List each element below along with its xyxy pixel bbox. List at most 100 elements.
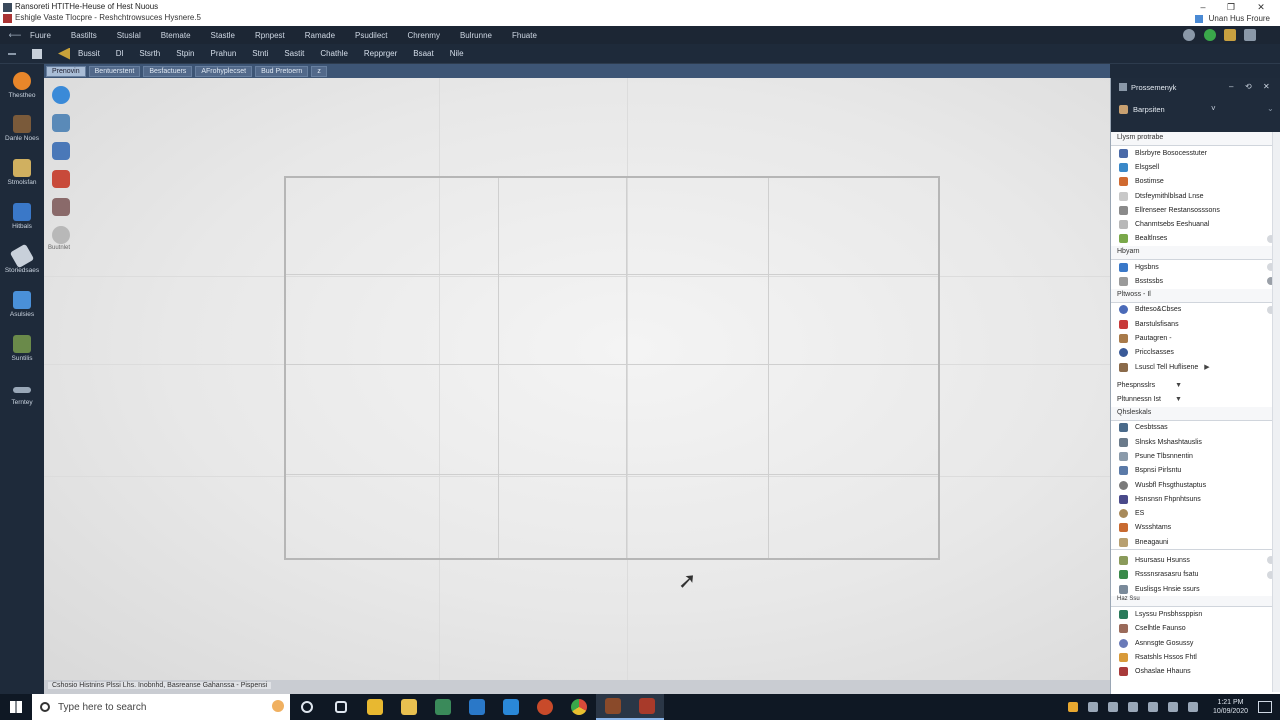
dropdown-item[interactable]: Phespnsslrs ▼	[1111, 378, 1280, 392]
menu-item[interactable]: Psudilect	[355, 31, 387, 40]
list-item[interactable]: Blsrbyre Bosocesstuter	[1111, 146, 1280, 160]
menu-item[interactable]: Btemate	[161, 31, 191, 40]
list-item[interactable]: Wssshtams	[1111, 521, 1280, 535]
tray-app-icon[interactable]	[1067, 702, 1078, 712]
tab[interactable]: Prenovin	[46, 65, 86, 77]
toolbar-item[interactable]: Bussit	[78, 49, 100, 58]
tab[interactable]: z	[311, 65, 327, 77]
list-item[interactable]: Slnsks Mshashtauslis	[1111, 435, 1280, 449]
keyboard-icon[interactable]	[1187, 702, 1198, 712]
menu-item[interactable]: Fuure	[30, 31, 51, 40]
toolbar-item[interactable]: Dl	[116, 49, 124, 58]
people-icon[interactable]	[1087, 702, 1098, 712]
back-arrow-icon[interactable]	[58, 47, 70, 60]
maximize-button[interactable]: ❐	[1220, 2, 1242, 12]
toolbar-item[interactable]: Nile	[450, 49, 464, 58]
menu-item[interactable]: Chrenmy	[408, 31, 440, 40]
taskbar-app[interactable]	[494, 694, 528, 720]
list-item[interactable]: Rsatshls Hssos Fhtl	[1111, 650, 1280, 664]
network-icon[interactable]	[1127, 702, 1138, 712]
list-item[interactable]: Bneagauni	[1111, 535, 1280, 549]
dock-item[interactable]: Terntey	[0, 379, 44, 406]
list-item[interactable]: Elsgsell	[1111, 160, 1280, 174]
panel-close-button[interactable]: ✕	[1263, 82, 1270, 91]
list-item[interactable]: Cesbtssas	[1111, 421, 1280, 435]
list-item[interactable]: Bspnsi Pirlsntu	[1111, 464, 1280, 478]
canvas-frame[interactable]	[284, 176, 940, 560]
menu-item[interactable]: Bastilts	[71, 31, 97, 40]
list-item[interactable]: Pricclsasses	[1111, 346, 1280, 360]
collapse-icon[interactable]	[8, 52, 16, 55]
circle-tool-icon[interactable]: Buutnlet	[48, 226, 70, 251]
list-item[interactable]: Hgsbns	[1111, 260, 1280, 274]
task-view-button[interactable]	[324, 694, 358, 720]
tab[interactable]: Bentuerstent	[88, 65, 141, 77]
list-item[interactable]: Bdteso&Cbses	[1111, 303, 1280, 317]
panel-scrollbar[interactable]	[1272, 132, 1280, 692]
alert-tool-icon[interactable]	[52, 170, 70, 188]
menu-lead-icon[interactable]: ⟵	[0, 30, 30, 41]
stack-tool-icon[interactable]	[52, 142, 70, 160]
close-button[interactable]: ✕	[1250, 2, 1272, 12]
notifications-icon[interactable]	[1258, 701, 1272, 713]
account-info[interactable]: Unan Hus Froure	[1194, 14, 1270, 23]
panel-user-bar[interactable]: Barpsiten ˅ ⌄	[1111, 96, 1280, 132]
list-item[interactable]: ES	[1111, 507, 1280, 521]
chevron-up-icon[interactable]	[1107, 702, 1118, 712]
list-item[interactable]: Pautagren -	[1111, 331, 1280, 345]
taskbar-app[interactable]	[426, 694, 460, 720]
clock[interactable]: 1:21 PM 10/09/2020	[1213, 698, 1248, 716]
dock-item[interactable]: Danle Noes	[0, 115, 44, 142]
list-item[interactable]: Euslisgs Hnsie ssurs	[1111, 582, 1280, 596]
layer-tool-icon[interactable]	[52, 114, 70, 132]
minimize-button[interactable]: –	[1192, 2, 1214, 12]
dock-item[interactable]: Hitbals	[0, 203, 44, 230]
toolbar-item[interactable]: Chathle	[320, 49, 348, 58]
list-item[interactable]: Oshaslae Hhauns	[1111, 665, 1280, 679]
taskbar-app[interactable]	[562, 694, 596, 720]
dropdown-item[interactable]: Pltunnessn Ist ▼	[1111, 392, 1280, 406]
menu-item[interactable]: Bulrunne	[460, 31, 492, 40]
taskbar-search[interactable]: Type here to search	[32, 694, 290, 720]
taskbar-app[interactable]	[460, 694, 494, 720]
tab[interactable]: Besfactuers	[143, 65, 193, 77]
settings-icon[interactable]	[1183, 29, 1195, 41]
volume-icon[interactable]	[1147, 702, 1158, 712]
list-item[interactable]: Rsssnsrasasru fsatu	[1111, 568, 1280, 582]
start-button[interactable]	[0, 694, 32, 720]
list-item[interactable]: Asnnsgte Gosussy	[1111, 636, 1280, 650]
cortana-circle-button[interactable]	[290, 694, 324, 720]
dock-item[interactable]: Asulsies	[0, 291, 44, 318]
shapes-tool-icon[interactable]	[52, 198, 70, 216]
list-item[interactable]: Lsyssu Pnsbhssppisn	[1111, 607, 1280, 621]
cortana-icon[interactable]	[272, 700, 284, 712]
list-item[interactable]: Bsstssbs	[1111, 274, 1280, 288]
list-item[interactable]: Hsursasu Hsunss	[1111, 553, 1280, 567]
menu-item[interactable]: Stuslal	[117, 31, 141, 40]
taskbar-app[interactable]	[358, 694, 392, 720]
toolbar-item[interactable]: Prahun	[211, 49, 237, 58]
menu-item[interactable]: Ramade	[305, 31, 335, 40]
menu-item[interactable]: Rpnpest	[255, 31, 285, 40]
toolbar-item[interactable]: Stsrth	[139, 49, 160, 58]
battery-icon[interactable]	[1167, 702, 1178, 712]
taskbar-app[interactable]	[392, 694, 426, 720]
panel-minimize-button[interactable]: –	[1229, 82, 1233, 91]
chevron-down-icon[interactable]: ˅	[1211, 104, 1216, 113]
list-item[interactable]: Barstulsfisans	[1111, 317, 1280, 331]
dock-item[interactable]: Storiedsaes	[0, 243, 44, 274]
panel-restore-button[interactable]: ⟲	[1245, 82, 1252, 91]
menu-item[interactable]: Fhuate	[512, 31, 537, 40]
taskbar-app[interactable]	[528, 694, 562, 720]
toolbar-item[interactable]: Stnti	[252, 49, 268, 58]
taskbar-app-active[interactable]	[630, 694, 664, 720]
tab[interactable]: AFrohyplecset	[195, 65, 253, 77]
taskbar-app-active[interactable]	[596, 694, 630, 720]
list-item[interactable]: Ellrenseer Restansosssons	[1111, 203, 1280, 217]
list-item[interactable]: Dtsfeymithlblsad Lnse	[1111, 189, 1280, 203]
notes-icon[interactable]	[1224, 29, 1236, 41]
window-toggle-icon[interactable]	[32, 48, 42, 59]
toolbar-item[interactable]: Repprger	[364, 49, 397, 58]
list-item[interactable]: Lsuscl Tell Huflisene ▶	[1111, 360, 1280, 374]
list-item[interactable]: Cselhtle Faunso	[1111, 622, 1280, 636]
